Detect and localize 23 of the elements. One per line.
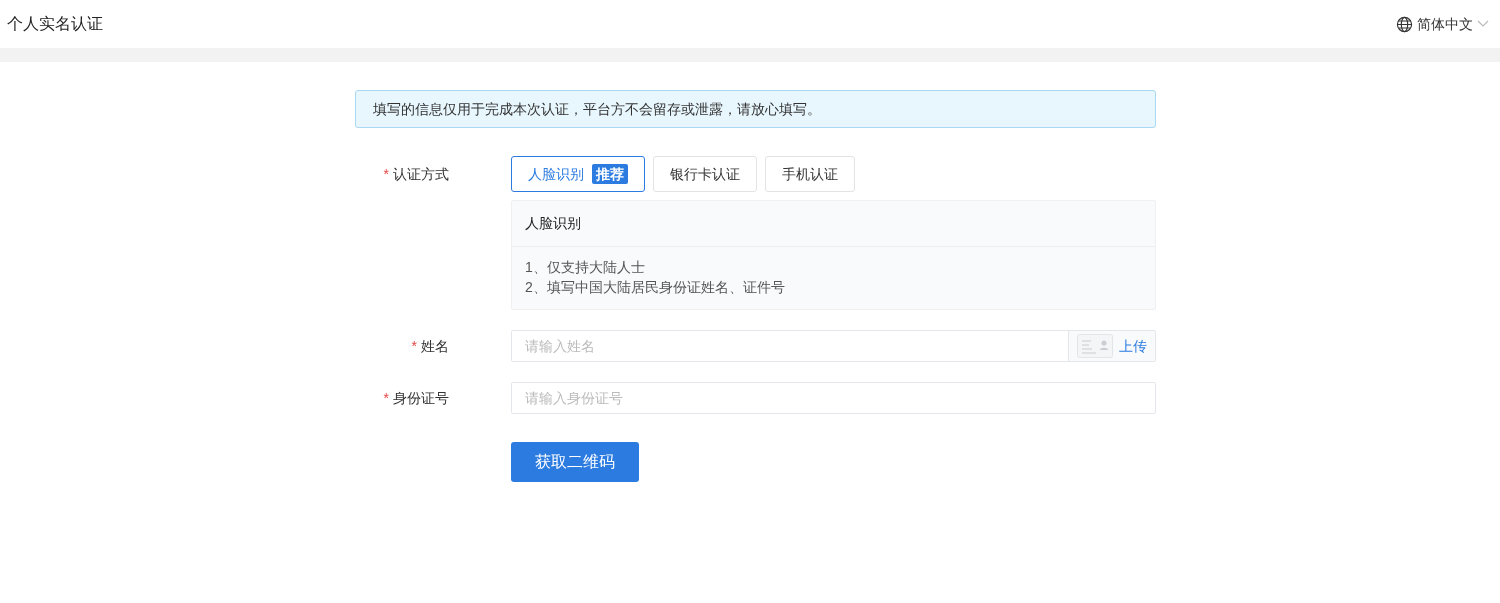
field-label: 姓名	[421, 336, 449, 356]
globe-icon	[1396, 15, 1413, 33]
id-card-icon	[1077, 334, 1113, 358]
info-notice: 填写的信息仅用于完成本次认证，平台方不会留存或泄露，请放心填写。	[355, 90, 1156, 128]
text-input[interactable]: 请输入身份证号	[512, 383, 1155, 413]
panel-title: 人脸识别	[525, 214, 581, 233]
field-label: 身份证号	[393, 388, 449, 408]
requirement-text: 2、填写中国大陆居民身份证姓名、证件号	[525, 278, 786, 297]
language-selector[interactable]: 简体中文	[1396, 13, 1493, 35]
requirement-text: 1、仅支持大陆人士	[525, 258, 646, 277]
required-mark: *	[383, 164, 389, 184]
required-mark: *	[383, 388, 389, 408]
method-tab[interactable]: 人脸识别 推荐	[511, 156, 645, 192]
page-title: 个人实名认证	[7, 14, 103, 34]
upload-button[interactable]: 上传	[1068, 331, 1155, 361]
method-tab[interactable]: 银行卡认证	[653, 156, 757, 192]
chevron-down-icon	[1477, 20, 1489, 28]
field-label: 认证方式	[393, 164, 449, 184]
input-field[interactable]: 请输入姓名 上传	[511, 330, 1156, 362]
required-mark: *	[411, 336, 417, 356]
recommended-badge: 推荐	[592, 164, 628, 184]
method-tab[interactable]: 手机认证	[765, 156, 855, 192]
get-qr-code-button[interactable]: 获取二维码	[511, 442, 639, 482]
